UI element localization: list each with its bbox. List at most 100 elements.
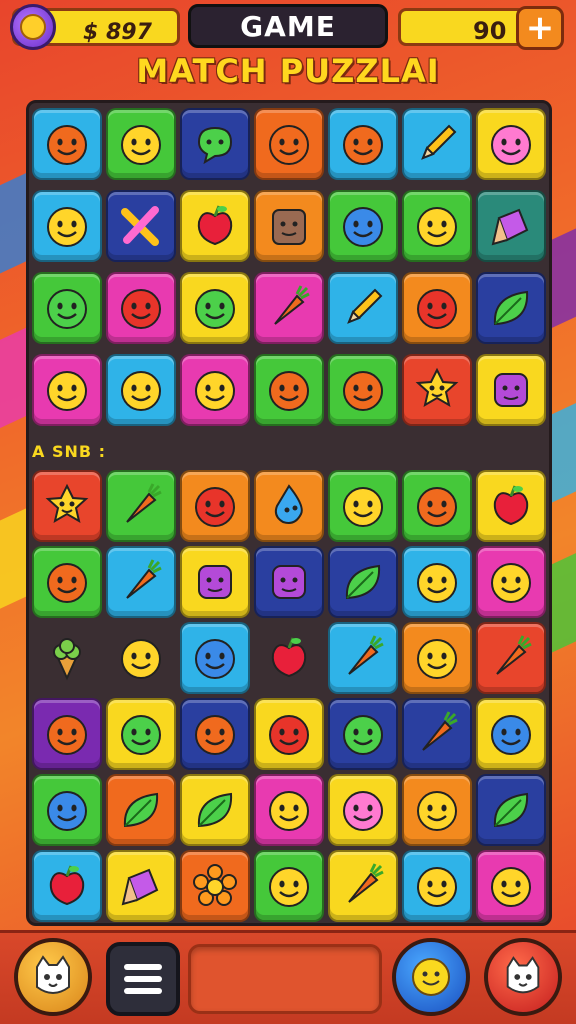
tile-orange-face[interactable] xyxy=(32,546,102,618)
tile-yellow-face[interactable] xyxy=(402,546,472,618)
tile-orange-face[interactable] xyxy=(32,698,102,770)
cat-face-icon xyxy=(506,956,540,994)
red-face-icon xyxy=(121,289,161,329)
tile-red-apple[interactable] xyxy=(180,190,250,262)
tile-red-face[interactable] xyxy=(106,272,176,344)
tile-leaf[interactable] xyxy=(328,546,398,618)
purple-face-icon xyxy=(272,565,306,599)
yellow-face-icon xyxy=(269,791,309,831)
tile-red-face[interactable] xyxy=(254,698,324,770)
tile-yellow-face[interactable] xyxy=(476,850,546,922)
plus-icon: + xyxy=(525,8,555,48)
tile-orange-face[interactable] xyxy=(328,108,398,180)
green-face-icon xyxy=(195,289,235,329)
tile-yellow-face[interactable] xyxy=(106,108,176,180)
tile-red-face[interactable] xyxy=(180,470,250,542)
tile-yellow-face[interactable] xyxy=(402,190,472,262)
tile-green-face[interactable] xyxy=(106,698,176,770)
tile-carrot[interactable] xyxy=(402,698,472,770)
tile-purple-face[interactable] xyxy=(476,354,546,426)
orange-face-icon xyxy=(47,715,87,755)
tile-pencil-cross[interactable] xyxy=(106,190,176,262)
orange-face-icon xyxy=(343,125,383,165)
yellow-face-icon xyxy=(417,791,457,831)
tile-blue-face[interactable] xyxy=(476,698,546,770)
tile-yellow-face[interactable] xyxy=(402,850,472,922)
tile-orange-face[interactable] xyxy=(254,354,324,426)
tile-blue-face[interactable] xyxy=(32,774,102,846)
tile-pink-face[interactable] xyxy=(328,774,398,846)
tile-green-face[interactable] xyxy=(32,272,102,344)
tile-brown-face[interactable] xyxy=(254,190,324,262)
add-coins-button[interactable]: + xyxy=(516,6,564,50)
tile-yellow-face[interactable] xyxy=(328,470,398,542)
tile-ice-cream[interactable] xyxy=(32,622,102,694)
blue-face-icon xyxy=(491,715,531,755)
coin-icon xyxy=(10,4,56,50)
tile-yellow-face[interactable] xyxy=(106,622,176,694)
green-face-icon xyxy=(343,715,383,755)
tile-green-face[interactable] xyxy=(180,272,250,344)
hint-button[interactable] xyxy=(392,938,470,1016)
tile-yellow-face[interactable] xyxy=(32,190,102,262)
special-power-button[interactable] xyxy=(484,938,562,1016)
tile-purple-gem[interactable] xyxy=(476,190,546,262)
tile-yellow-face[interactable] xyxy=(476,546,546,618)
tile-blue-face[interactable] xyxy=(328,190,398,262)
yellow-face-icon xyxy=(121,371,161,411)
tile-carrot[interactable] xyxy=(328,850,398,922)
tile-pencil[interactable] xyxy=(328,272,398,344)
tile-orange-face[interactable] xyxy=(328,354,398,426)
tile-purple-face[interactable] xyxy=(180,546,250,618)
tile-red-apple[interactable] xyxy=(254,622,324,694)
coin-value: $ 897 xyxy=(83,20,152,45)
tile-leaf[interactable] xyxy=(476,774,546,846)
tile-leaf[interactable] xyxy=(106,774,176,846)
tile-carrot[interactable] xyxy=(328,622,398,694)
tile-pencil[interactable] xyxy=(402,108,472,180)
tile-orange-face[interactable] xyxy=(402,470,472,542)
red-face-icon xyxy=(269,715,309,755)
yellow-face-icon xyxy=(491,867,531,907)
tile-orange-face[interactable] xyxy=(254,108,324,180)
tile-leaf[interactable] xyxy=(180,774,250,846)
tile-blue-drop[interactable] xyxy=(254,470,324,542)
yellow-face-icon xyxy=(47,371,87,411)
tile-yellow-face[interactable] xyxy=(402,622,472,694)
tile-orange-face[interactable] xyxy=(32,108,102,180)
brown-face-icon xyxy=(272,209,306,245)
tile-purple-face[interactable] xyxy=(254,546,324,618)
tile-star-face[interactable] xyxy=(402,354,472,426)
tile-star-face[interactable] xyxy=(32,470,102,542)
tile-orange-flower[interactable] xyxy=(180,850,250,922)
tile-red-apple[interactable] xyxy=(32,850,102,922)
carrot-icon xyxy=(422,711,458,751)
tile-carrot[interactable] xyxy=(254,272,324,344)
purple-face-icon xyxy=(494,373,528,407)
tile-red-face[interactable] xyxy=(402,272,472,344)
orange-face-icon xyxy=(269,125,309,165)
tile-pink-face[interactable] xyxy=(476,108,546,180)
tile-blue-face[interactable] xyxy=(180,622,250,694)
tile-yellow-face[interactable] xyxy=(254,774,324,846)
tile-yellow-face[interactable] xyxy=(402,774,472,846)
tile-purple-gem[interactable] xyxy=(106,850,176,922)
tile-speech-bubble[interactable] xyxy=(180,108,250,180)
tile-red-apple[interactable] xyxy=(476,470,546,542)
tile-orange-face[interactable] xyxy=(180,698,250,770)
tile-carrot[interactable] xyxy=(106,470,176,542)
tile-carrot[interactable] xyxy=(106,546,176,618)
tile-yellow-face[interactable] xyxy=(254,850,324,922)
game-title: GAME xyxy=(240,9,336,43)
pencil-icon xyxy=(347,288,383,324)
tile-carrot[interactable] xyxy=(476,622,546,694)
tile-green-face[interactable] xyxy=(328,698,398,770)
menu-button[interactable] xyxy=(106,942,180,1016)
purple-face-icon xyxy=(198,565,232,599)
character-button[interactable] xyxy=(14,938,92,1016)
tile-yellow-face[interactable] xyxy=(180,354,250,426)
tile-leaf[interactable] xyxy=(476,272,546,344)
tile-yellow-face[interactable] xyxy=(32,354,102,426)
tile-yellow-face[interactable] xyxy=(106,354,176,426)
orange-face-icon xyxy=(343,371,383,411)
